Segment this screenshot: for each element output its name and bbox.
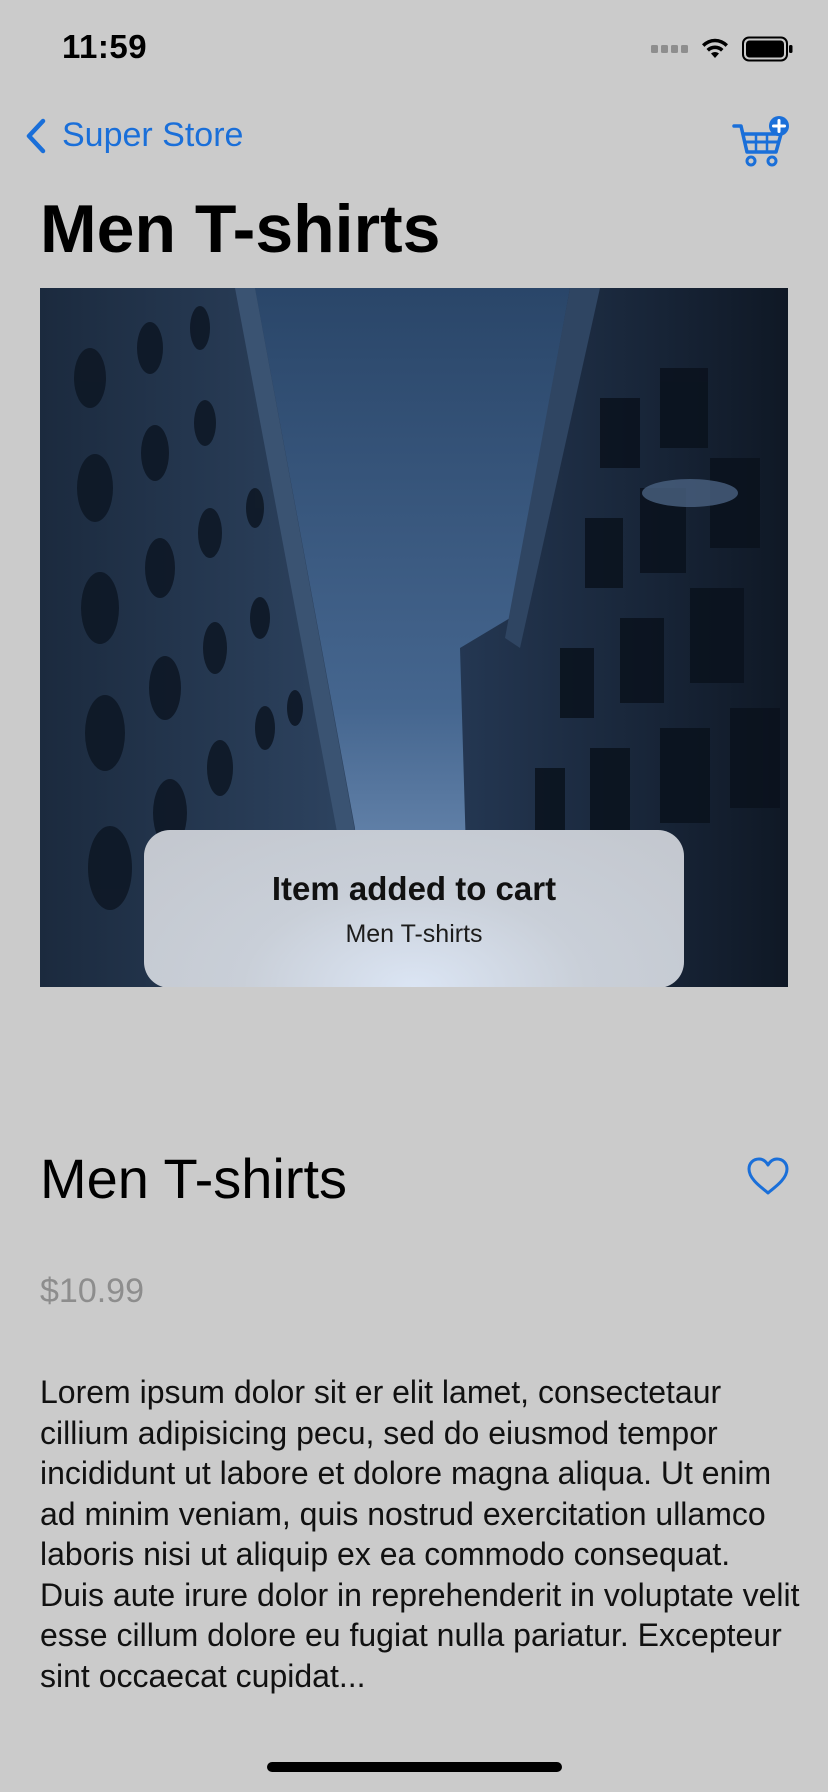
status-time: 11:59 <box>62 28 148 65</box>
back-button[interactable]: Super Store <box>24 116 243 155</box>
status-icons <box>651 36 794 62</box>
navigation-bar: Super Store <box>0 96 828 184</box>
cart-button[interactable] <box>732 116 792 172</box>
chevron-left-icon <box>26 118 46 153</box>
product-image: Item added to cart Men T-shirts <box>40 288 788 987</box>
product-price: $10.99 <box>40 1272 144 1310</box>
toast-subtitle: Men T-shirts <box>345 920 483 948</box>
status-bar: 11:59 <box>0 0 828 96</box>
battery-icon <box>742 36 793 62</box>
wifi-icon <box>702 38 728 58</box>
favorite-button[interactable] <box>746 1156 790 1196</box>
page-title: Men T-shirts <box>40 191 441 267</box>
cart-plus-icon <box>732 116 789 167</box>
back-label: Super Store <box>62 116 244 154</box>
cellular-signal-icon <box>651 45 688 53</box>
heart-outline-icon <box>747 1157 789 1195</box>
added-to-cart-toast: Item added to cart Men T-shirts <box>144 830 684 987</box>
product-description: Lorem ipsum dolor sit er elit lamet, con… <box>40 1374 800 1694</box>
home-indicator[interactable] <box>267 1762 562 1772</box>
product-name: Men T-shirts <box>40 1147 348 1210</box>
toast-title: Item added to cart <box>271 870 557 907</box>
